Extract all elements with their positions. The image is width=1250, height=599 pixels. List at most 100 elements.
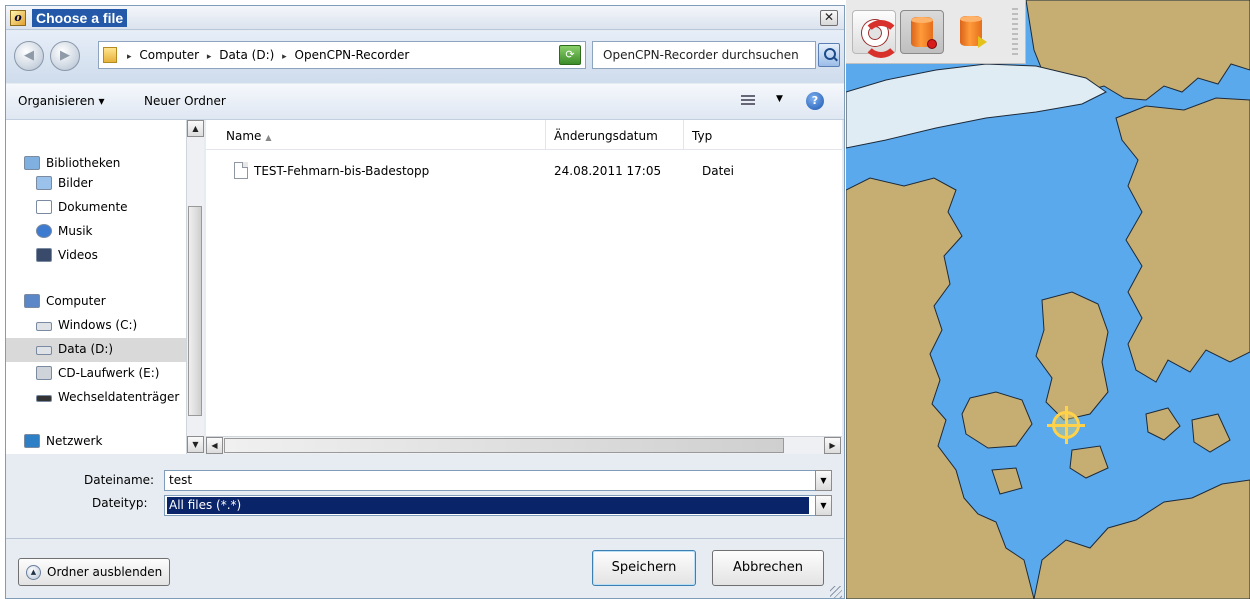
file-row[interactable]: TEST-Fehmarn-bis-Badestopp 24.08.2011 17… bbox=[206, 162, 842, 184]
cancel-button[interactable]: Abbrechen bbox=[712, 550, 824, 586]
help-icon[interactable]: ? bbox=[806, 92, 824, 110]
nav-item-pictures[interactable]: Bilder bbox=[6, 172, 204, 196]
filetype-select[interactable]: All files (*.*) ▼ bbox=[164, 495, 832, 516]
search-icon[interactable] bbox=[818, 43, 840, 67]
hide-folders-button[interactable]: ▲ Ordner ausblenden bbox=[18, 558, 170, 586]
new-folder-button[interactable]: Neuer Ordner bbox=[144, 94, 226, 108]
network-icon bbox=[24, 434, 40, 448]
own-ship-crosshair-icon[interactable] bbox=[1047, 406, 1085, 444]
nav-item-label: Computer bbox=[46, 294, 106, 308]
chevron-down-icon[interactable]: ▼ bbox=[815, 470, 832, 491]
breadcrumb-data-drive[interactable]: Data (D:) bbox=[219, 48, 274, 62]
back-arrow-icon[interactable]: ◀ bbox=[14, 41, 44, 71]
videos-icon bbox=[36, 248, 52, 262]
nav-item-label: Bibliotheken bbox=[46, 156, 121, 170]
chevron-down-icon[interactable]: ▼ bbox=[776, 94, 783, 104]
chart-toolbar bbox=[846, 0, 1026, 64]
nav-item-music[interactable]: Musik bbox=[6, 220, 204, 244]
save-button[interactable]: Speichern bbox=[592, 550, 696, 586]
chevron-down-icon[interactable]: ▼ bbox=[815, 495, 832, 516]
refresh-icon[interactable]: ⟳ bbox=[559, 45, 581, 65]
record-icon[interactable] bbox=[900, 10, 944, 54]
documents-icon bbox=[36, 200, 52, 214]
scroll-thumb[interactable] bbox=[188, 206, 202, 416]
nav-item-label: Windows (C:) bbox=[58, 318, 138, 332]
nav-item-documents[interactable]: Dokumente bbox=[6, 196, 204, 220]
filename-field[interactable]: test ▼ bbox=[164, 470, 832, 491]
nav-vertical-scrollbar[interactable]: ▲ ▼ bbox=[186, 120, 204, 454]
toolbar-grip-icon[interactable] bbox=[1012, 8, 1018, 56]
column-headers: Name ▲ Änderungsdatum Typ bbox=[206, 120, 844, 150]
forward-arrow-icon[interactable]: ▶ bbox=[50, 41, 80, 71]
scroll-left-icon[interactable]: ◀ bbox=[206, 437, 223, 454]
file-name: TEST-Fehmarn-bis-Badestopp bbox=[254, 164, 430, 178]
chevron-up-icon: ▲ bbox=[26, 565, 41, 580]
nav-item-computer[interactable]: Computer bbox=[6, 290, 204, 314]
file-horizontal-scrollbar[interactable]: ◀ ▶ bbox=[206, 436, 842, 454]
breadcrumb-opencpn-recorder[interactable]: OpenCPN-Recorder bbox=[295, 48, 410, 62]
chevron-right-icon[interactable]: ▸ bbox=[127, 52, 132, 62]
play-recording-icon[interactable] bbox=[950, 10, 994, 54]
filetype-value: All files (*.*) bbox=[167, 497, 809, 514]
nav-item-data-d[interactable]: Data (D:) bbox=[6, 338, 204, 362]
nav-item-removable[interactable]: Wechseldatenträger bbox=[6, 386, 204, 410]
file-date: 24.08.2011 17:05 bbox=[554, 164, 662, 178]
nav-item-label: Data (D:) bbox=[58, 342, 114, 356]
close-button[interactable]: ✕ bbox=[820, 10, 838, 26]
sort-ascending-icon: ▲ bbox=[265, 133, 272, 142]
folder-icon bbox=[103, 47, 117, 63]
nav-item-label: CD-Laufwerk (E:) bbox=[58, 366, 160, 380]
filetype-label: Dateityp: bbox=[92, 496, 148, 510]
nautical-chart[interactable] bbox=[846, 0, 1250, 599]
music-icon bbox=[36, 224, 52, 238]
save-form: Dateiname: test ▼ Dateityp: All files (*… bbox=[6, 454, 844, 598]
scroll-down-icon[interactable]: ▼ bbox=[187, 436, 204, 453]
scroll-right-icon[interactable]: ▶ bbox=[824, 437, 841, 454]
dialog-titlebar[interactable]: o Choose a file ✕ bbox=[6, 6, 844, 30]
chevron-right-icon[interactable]: ▸ bbox=[207, 52, 212, 62]
library-icon bbox=[24, 156, 40, 170]
removable-drive-icon bbox=[36, 395, 52, 402]
file-list: Name ▲ Änderungsdatum Typ TEST-Fehmarn-bi… bbox=[206, 120, 844, 454]
lifering-icon[interactable] bbox=[852, 10, 900, 58]
computer-icon bbox=[24, 294, 40, 308]
filename-label: Dateiname: bbox=[84, 473, 155, 487]
column-header-date[interactable]: Änderungsdatum bbox=[546, 120, 684, 150]
chart-map bbox=[846, 0, 1250, 599]
column-header-type[interactable]: Typ bbox=[684, 120, 844, 150]
drive-icon bbox=[36, 346, 52, 355]
nav-item-cd-drive[interactable]: CD-Laufwerk (E:) bbox=[6, 362, 204, 386]
view-options-icon[interactable] bbox=[741, 93, 755, 107]
nav-item-label: Dokumente bbox=[58, 200, 128, 214]
breadcrumb-computer[interactable]: Computer bbox=[139, 48, 199, 62]
land-zealand bbox=[1035, 291, 1109, 421]
hide-folders-label: Ordner ausblenden bbox=[47, 565, 163, 579]
organize-menu-button[interactable]: Organisieren ▾ bbox=[18, 94, 105, 108]
pictures-icon bbox=[36, 176, 52, 190]
file-icon bbox=[234, 162, 248, 179]
scroll-up-icon[interactable]: ▲ bbox=[187, 120, 204, 137]
land-sweden bbox=[1115, 97, 1250, 383]
nav-item-label: Netzwerk bbox=[46, 434, 103, 448]
column-header-label: Name bbox=[226, 129, 262, 143]
nav-item-label: Musik bbox=[58, 224, 93, 238]
divider bbox=[6, 538, 844, 539]
address-bar[interactable]: ▸ Computer ▸ Data (D:) ▸ OpenCPN-Recorde… bbox=[98, 41, 586, 69]
nav-item-videos[interactable]: Videos bbox=[6, 244, 204, 268]
file-dialog: o Choose a file ✕ ◀ ▶ ▸ Computer ▸ Data … bbox=[5, 5, 845, 599]
scroll-thumb[interactable] bbox=[224, 438, 784, 453]
column-header-name[interactable]: Name ▲ bbox=[216, 120, 546, 150]
drive-icon bbox=[36, 322, 52, 331]
search-input[interactable]: OpenCPN-Recorder durchsuchen bbox=[592, 41, 816, 69]
chevron-right-icon[interactable]: ▸ bbox=[282, 52, 287, 62]
resize-grip-icon[interactable] bbox=[830, 586, 842, 598]
cd-drive-icon bbox=[36, 366, 52, 380]
navigation-pane: Bibliotheken Bilder Dokumente Musik Vide… bbox=[6, 120, 204, 454]
filename-value: test bbox=[169, 473, 193, 487]
nav-item-network[interactable]: Netzwerk bbox=[6, 430, 204, 454]
nav-item-label: Wechseldatenträger bbox=[58, 390, 180, 404]
command-toolbar: Organisieren ▾ Neuer Ordner ▼ ? bbox=[6, 84, 844, 120]
address-row: ◀ ▶ ▸ Computer ▸ Data (D:) ▸ OpenCPN-Rec… bbox=[6, 31, 844, 83]
nav-item-windows-c[interactable]: Windows (C:) bbox=[6, 314, 204, 338]
nav-buttons: ◀ ▶ bbox=[12, 41, 84, 71]
